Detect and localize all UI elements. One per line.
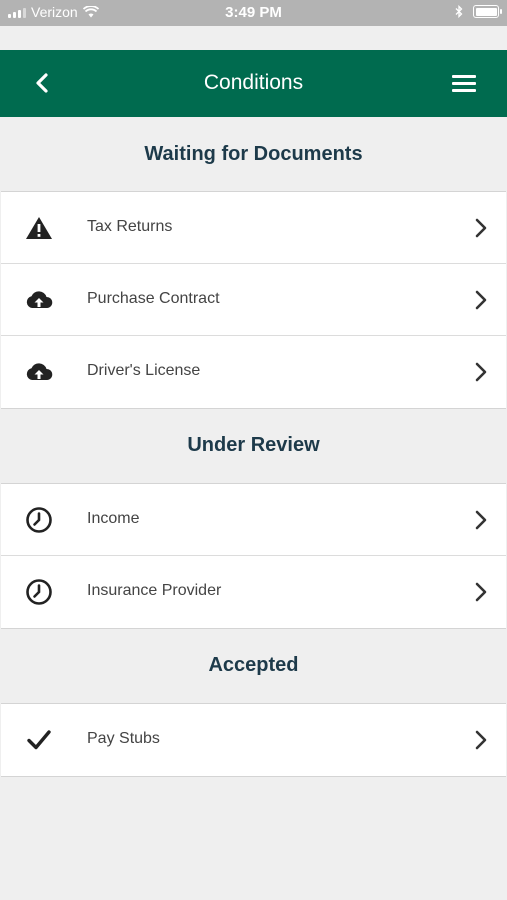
- battery-icon: [473, 5, 502, 18]
- list-item-insurance-provider[interactable]: Insurance Provider: [1, 556, 506, 628]
- list-item-purchase-contract[interactable]: Purchase Contract: [1, 264, 506, 336]
- cloud-upload-icon: [26, 363, 53, 380]
- app-header: Conditions: [0, 50, 507, 117]
- list-accepted: Pay Stubs: [1, 703, 506, 777]
- list-item-label: Tax Returns: [87, 218, 173, 235]
- chevron-right-icon: [475, 510, 487, 530]
- chevron-right-icon: [475, 362, 487, 382]
- list-waiting-for-documents: Tax Returns Purchase Contract Driver's L…: [1, 191, 506, 409]
- warning-icon: [26, 217, 52, 239]
- section-heading-under-review: Under Review: [187, 434, 320, 456]
- list-item-label: Driver's License: [87, 362, 201, 379]
- clock-icon: [26, 579, 52, 605]
- chevron-right-icon: [475, 730, 487, 750]
- section-heading-waiting-for-documents: Waiting for Documents: [144, 143, 363, 165]
- page-title: Conditions: [203, 71, 304, 94]
- clock-icon: [26, 507, 52, 533]
- list-item-income[interactable]: Income: [1, 484, 506, 556]
- chevron-right-icon: [475, 582, 487, 602]
- section-heading-accepted: Accepted: [208, 654, 299, 676]
- list-item-label: Purchase Contract: [87, 290, 220, 307]
- list-item-label: Insurance Provider: [87, 582, 222, 599]
- list-item-drivers-license[interactable]: Driver's License: [1, 336, 506, 408]
- status-bar-right: [455, 5, 502, 18]
- hamburger-menu-icon: [452, 75, 476, 92]
- status-time: 3:49 PM: [225, 4, 282, 21]
- list-item-tax-returns[interactable]: Tax Returns: [1, 192, 506, 264]
- list-under-review: Income Insurance Provider: [1, 483, 506, 629]
- bluetooth-icon: [455, 5, 463, 18]
- chevron-right-icon: [475, 218, 487, 238]
- cloud-upload-icon: [26, 291, 53, 308]
- list-item-label: Pay Stubs: [87, 730, 160, 747]
- menu-button[interactable]: [449, 69, 479, 99]
- chevron-right-icon: [475, 290, 487, 310]
- checkmark-icon: [27, 730, 51, 750]
- list-item-label: Income: [87, 510, 140, 527]
- status-bar: Verizon 3:49 PM: [0, 0, 507, 26]
- list-item-pay-stubs[interactable]: Pay Stubs: [1, 704, 506, 776]
